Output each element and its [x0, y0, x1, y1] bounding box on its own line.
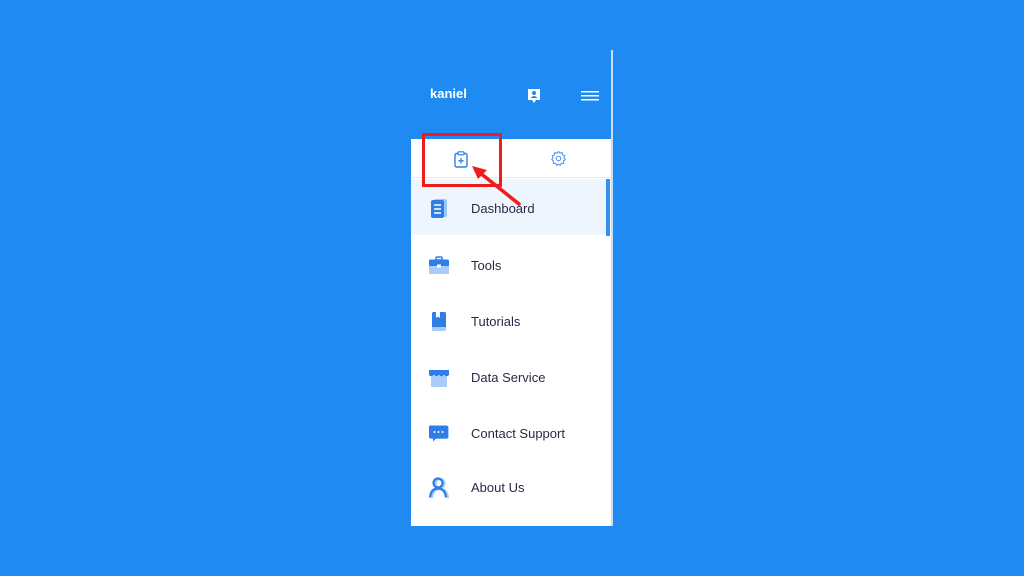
- scrollbar[interactable]: [606, 179, 610, 236]
- username: kaniel: [430, 86, 467, 101]
- chat-bubble-icon: [428, 423, 450, 445]
- sidebar-item-tutorials[interactable]: Tutorials: [411, 292, 611, 348]
- window-divider: [611, 50, 613, 526]
- sidebar-item-label: About Us: [471, 480, 525, 495]
- user-badge-icon[interactable]: [527, 88, 541, 104]
- annotation-arrow: [472, 166, 521, 206]
- storefront-icon: [428, 367, 450, 389]
- sidebar-item-label: Tools: [471, 258, 502, 273]
- tab-settings[interactable]: [511, 139, 611, 178]
- person-icon: [428, 477, 450, 499]
- sidebar-header: kaniel: [411, 50, 611, 139]
- gear-icon: [551, 150, 566, 166]
- hamburger-menu-icon[interactable]: [581, 89, 599, 101]
- toolbox-icon: [428, 255, 450, 277]
- document-icon: [428, 198, 450, 220]
- sidebar-item-tools[interactable]: Tools: [411, 236, 611, 292]
- sidebar-item-contact-support[interactable]: Contact Support: [411, 404, 611, 460]
- sidebar-item-about-us[interactable]: About Us: [411, 458, 611, 514]
- sidebar-item-data-service[interactable]: Data Service: [411, 348, 611, 404]
- sidebar-item-label: Data Service: [471, 370, 546, 385]
- sidebar-item-label: Contact Support: [471, 426, 565, 441]
- sidebar-item-label: Tutorials: [471, 314, 521, 329]
- book-icon: [428, 311, 450, 333]
